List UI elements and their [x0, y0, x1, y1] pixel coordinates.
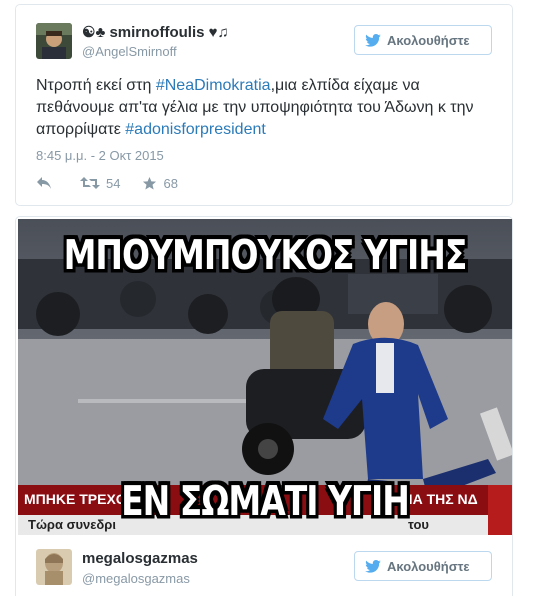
- follow-button[interactable]: Ακολουθήστε: [354, 25, 492, 55]
- follow-label: Ακολουθήστε: [387, 32, 470, 48]
- follow-button[interactable]: Ακολουθήστε: [354, 551, 492, 581]
- display-name[interactable]: megalosgazmas: [82, 550, 198, 567]
- retweet-count: 54: [106, 175, 121, 191]
- avatar[interactable]: [36, 23, 72, 59]
- tweet-text-part: Ντροπή εκεί στη: [36, 77, 156, 94]
- twitter-bird-icon: [365, 559, 381, 573]
- meme-image[interactable]: ΜΠΗΚΕ ΤΡΕΧΟ ΡΕΙΑ ΤΗΣ ΝΔ Τώρα συνεδρι του…: [18, 219, 512, 535]
- like-count: 68: [163, 175, 178, 191]
- user-handle[interactable]: @megalosgazmas: [82, 571, 190, 586]
- retweet-button[interactable]: 54: [80, 176, 120, 191]
- like-button[interactable]: 68: [142, 175, 178, 191]
- reply-icon: [37, 177, 51, 189]
- follow-label: Ακολουθήστε: [387, 558, 470, 574]
- user-handle[interactable]: @AngelSmirnoff: [82, 44, 177, 59]
- hashtag-link[interactable]: #NeaDimokratia: [156, 77, 271, 94]
- meme-bottom-caption: ΕΝ ΣΩΜΑΤΙ ΥΓΙΗ: [121, 476, 410, 525]
- tweet-card: ΜΠΗΚΕ ΤΡΕΧΟ ΡΕΙΑ ΤΗΣ ΝΔ Τώρα συνεδρι του…: [15, 216, 513, 596]
- twitter-bird-icon: [365, 33, 381, 47]
- like-star-icon: [143, 176, 157, 189]
- tweet-text: Ντροπή εκεί στη #NeaDimokratia,μια ελπίδ…: [36, 75, 496, 141]
- retweet-icon: [80, 177, 100, 189]
- display-name[interactable]: ☯♣ smirnoffoulis ♥♫: [82, 23, 229, 41]
- tweet-actions: 54 68: [36, 173, 200, 193]
- hashtag-link[interactable]: #adonisforpresident: [125, 121, 266, 138]
- tweet-timestamp[interactable]: 8:45 μ.μ. - 2 Οκτ 2015: [36, 148, 164, 163]
- meme-top-caption: ΜΠΟΥΜΠΟΥΚΟΣ ΥΓΙΗΣ: [63, 230, 468, 279]
- tweet-card: ☯♣ smirnoffoulis ♥♫ @AngelSmirnoff Ακολο…: [15, 4, 513, 206]
- avatar[interactable]: [36, 549, 72, 585]
- reply-button[interactable]: [36, 176, 58, 190]
